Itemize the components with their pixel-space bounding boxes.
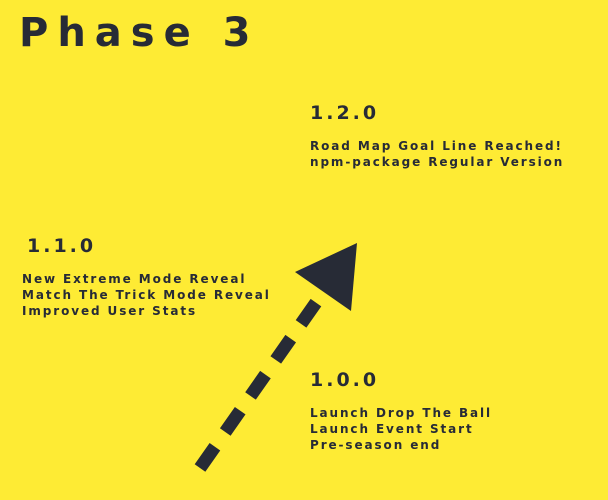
arrow-shaft — [194, 290, 328, 472]
dashed-arrow-icon — [194, 243, 357, 472]
arrow-head — [295, 243, 357, 311]
